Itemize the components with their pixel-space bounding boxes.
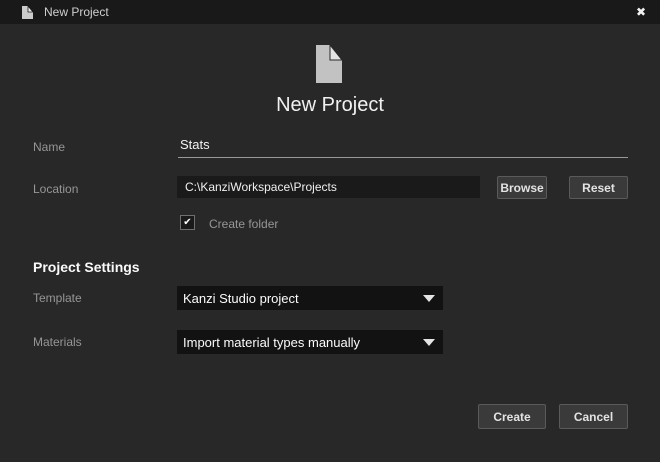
create-folder-label[interactable]: Create folder [209, 217, 278, 231]
name-label: Name [33, 140, 66, 154]
template-label: Template [33, 291, 82, 305]
new-project-document-icon [316, 43, 344, 88]
chevron-down-icon [423, 338, 435, 346]
close-icon[interactable]: ✖ [628, 0, 654, 24]
project-settings-heading: Project Settings [33, 259, 140, 275]
browse-button[interactable]: Browse [497, 176, 547, 199]
reset-button[interactable]: Reset [569, 176, 628, 199]
chevron-down-icon [423, 294, 435, 302]
new-project-dialog: New Project ✖ New Project Name Location … [0, 0, 660, 462]
materials-dropdown[interactable]: Import material types manually [177, 330, 443, 354]
location-input[interactable] [177, 176, 480, 198]
title-bar: New Project ✖ [0, 0, 660, 24]
window-title: New Project [44, 5, 109, 19]
location-label: Location [33, 182, 79, 196]
materials-label: Materials [33, 335, 82, 349]
create-button[interactable]: Create [478, 404, 546, 429]
cancel-button[interactable]: Cancel [559, 404, 628, 429]
check-icon: ✔ [183, 217, 192, 228]
document-icon [22, 5, 33, 19]
page-title: New Project [276, 94, 384, 116]
name-input[interactable] [178, 134, 628, 158]
template-dropdown[interactable]: Kanzi Studio project [177, 286, 443, 310]
create-folder-checkbox[interactable]: ✔ [180, 215, 195, 230]
template-dropdown-value: Kanzi Studio project [183, 290, 299, 306]
materials-dropdown-value: Import material types manually [183, 334, 361, 350]
